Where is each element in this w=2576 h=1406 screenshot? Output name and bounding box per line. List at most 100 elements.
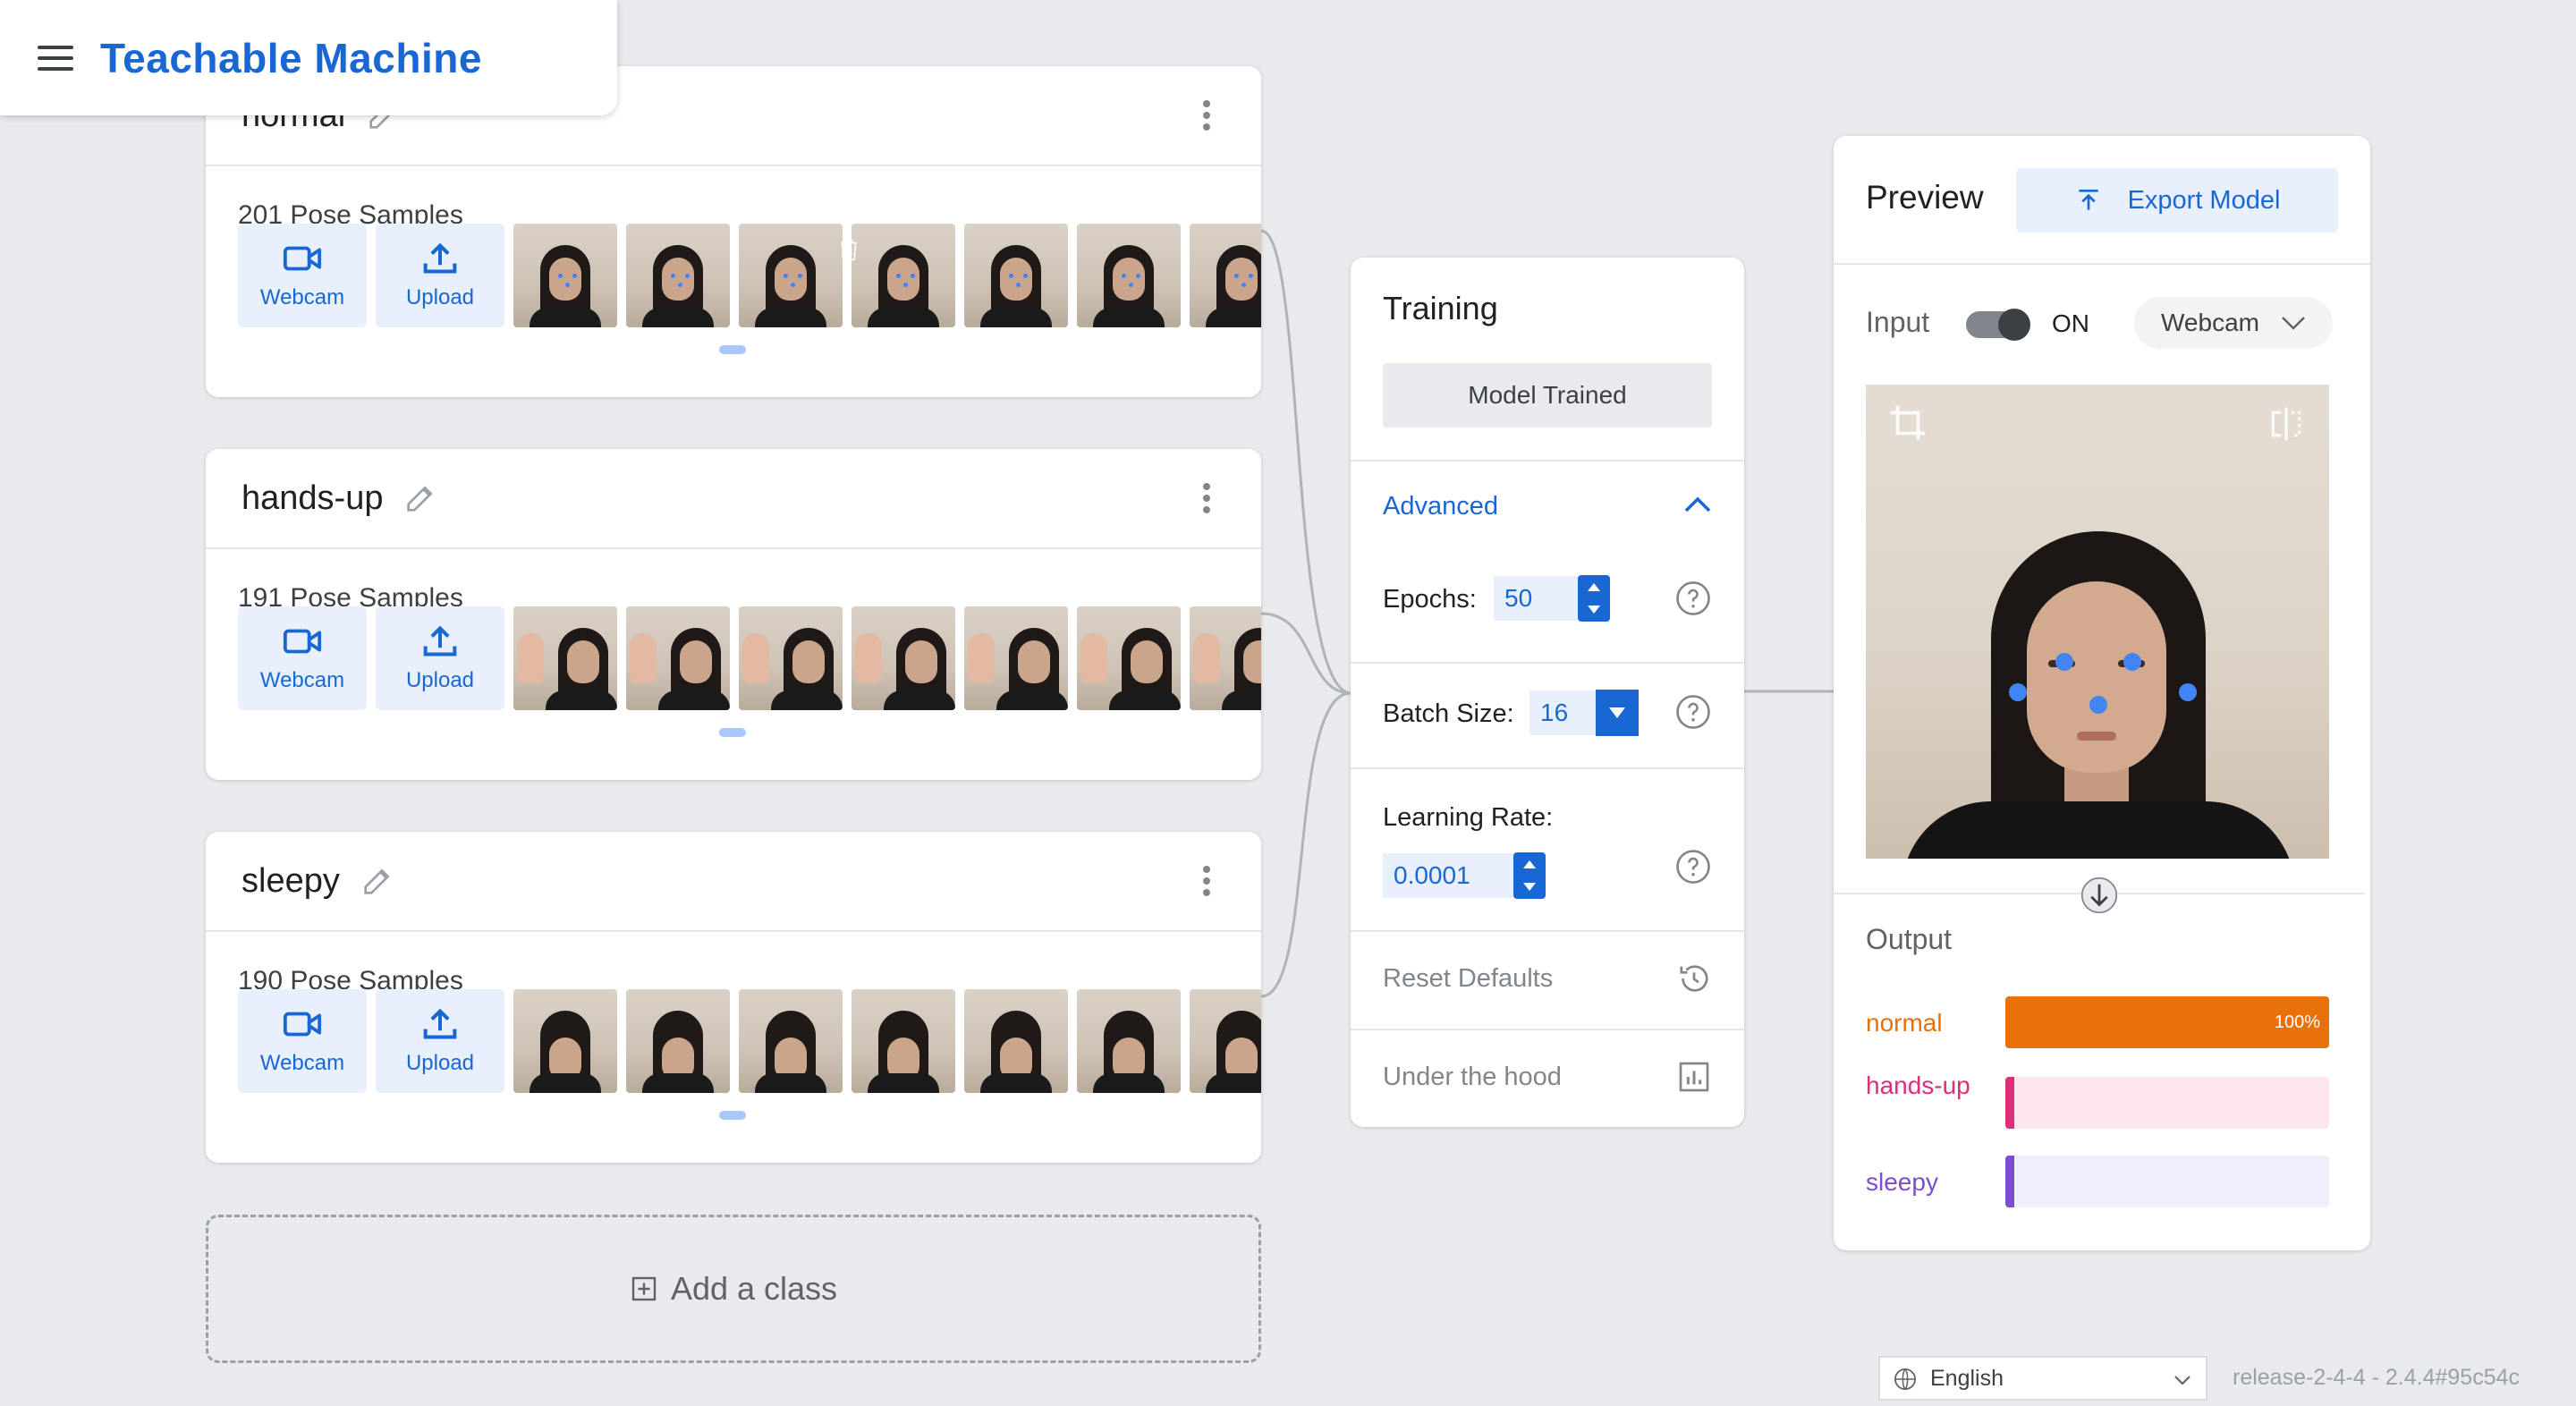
train-model-button[interactable]: Model Trained bbox=[1383, 363, 1712, 428]
sample-thumbnail[interactable] bbox=[964, 989, 1068, 1093]
pose-keypoint bbox=[2009, 683, 2027, 701]
confidence-fill: 100% bbox=[2005, 996, 2329, 1048]
preview-panel: Preview Export Model Input ON Webcam Out… bbox=[1834, 136, 2370, 1250]
scroll-indicator[interactable] bbox=[719, 1111, 746, 1120]
webcam-button-label: Webcam bbox=[259, 1051, 345, 1075]
class-name[interactable]: sleepy bbox=[242, 862, 340, 901]
sample-thumbnail[interactable] bbox=[626, 989, 730, 1093]
class-card-hands-up: hands-up 191 Pose Samples Webcam Upload bbox=[206, 449, 1261, 780]
sample-thumbnail[interactable] bbox=[626, 224, 730, 327]
help-icon[interactable] bbox=[1674, 693, 1712, 731]
output-class-label: hands-up bbox=[1866, 1071, 1970, 1099]
sample-thumbnail[interactable] bbox=[1190, 989, 1261, 1093]
class-card-header: sleepy bbox=[206, 832, 1261, 932]
sample-thumbnail[interactable] bbox=[1077, 606, 1181, 710]
upload-button[interactable]: Upload bbox=[376, 989, 504, 1093]
sample-thumbnail[interactable] bbox=[739, 989, 843, 1093]
chevron-down-icon bbox=[2174, 1376, 2190, 1385]
training-panel: Training Model Trained Advanced Epochs: … bbox=[1351, 258, 1744, 1127]
more-options-icon[interactable] bbox=[1202, 100, 1211, 131]
advanced-toggle[interactable]: Advanced bbox=[1383, 492, 1498, 521]
confidence-bar bbox=[2005, 1156, 2329, 1207]
sample-thumbnail[interactable] bbox=[852, 989, 955, 1093]
trash-icon[interactable] bbox=[835, 236, 862, 263]
pose-keypoint bbox=[2123, 653, 2141, 671]
divider bbox=[1351, 662, 1744, 664]
sample-thumbnail[interactable] bbox=[739, 224, 843, 327]
output-class-label: sleepy bbox=[1866, 1168, 1938, 1196]
sample-thumbnail[interactable] bbox=[964, 224, 1068, 327]
scroll-indicator[interactable] bbox=[719, 345, 746, 354]
pose-keypoint bbox=[2055, 653, 2073, 671]
export-model-button[interactable]: Export Model bbox=[2016, 168, 2338, 233]
sample-thumbnail[interactable] bbox=[1077, 224, 1181, 327]
more-options-icon[interactable] bbox=[1202, 483, 1211, 513]
epochs-input[interactable]: 50 bbox=[1494, 576, 1583, 621]
sample-row: Webcam Upload bbox=[238, 224, 1261, 327]
reset-defaults-button[interactable]: Reset Defaults bbox=[1383, 964, 1553, 994]
pose-keypoint bbox=[2179, 683, 2197, 701]
output-class-label: normal bbox=[1866, 1009, 1943, 1037]
bar-chart-icon[interactable] bbox=[1676, 1059, 1712, 1095]
add-class-label: Add a class bbox=[670, 1270, 838, 1307]
history-icon[interactable] bbox=[1676, 961, 1712, 996]
scroll-indicator[interactable] bbox=[719, 728, 746, 737]
upload-button-label: Upload bbox=[405, 1051, 475, 1075]
webcam-button[interactable]: Webcam bbox=[238, 224, 367, 327]
upload-button-label: Upload bbox=[405, 285, 475, 309]
divider bbox=[1351, 1029, 1744, 1030]
pencil-icon[interactable] bbox=[360, 863, 395, 899]
preview-title: Preview bbox=[1866, 179, 1984, 216]
sample-thumbnail[interactable] bbox=[964, 606, 1068, 710]
upload-button[interactable]: Upload bbox=[376, 224, 504, 327]
sample-thumbnail[interactable] bbox=[513, 224, 617, 327]
epochs-stepper[interactable] bbox=[1578, 575, 1610, 622]
sample-thumbnail[interactable] bbox=[626, 606, 730, 710]
upload-icon bbox=[423, 1008, 457, 1039]
webcam-button-label: Webcam bbox=[259, 668, 345, 692]
learning-rate-stepper[interactable] bbox=[1513, 852, 1546, 899]
sample-thumbnail[interactable] bbox=[852, 606, 955, 710]
app-title[interactable]: Teachable Machine bbox=[100, 34, 482, 82]
add-box-icon bbox=[631, 1276, 657, 1301]
class-card-sleepy: sleepy 190 Pose Samples Webcam Upload bbox=[206, 832, 1261, 1163]
flip-icon[interactable] bbox=[2267, 404, 2306, 444]
menu-icon[interactable] bbox=[38, 45, 73, 71]
input-toggle[interactable] bbox=[1966, 309, 2030, 341]
webcam-button[interactable]: Webcam bbox=[238, 989, 367, 1093]
chevron-up-icon[interactable] bbox=[1683, 495, 1712, 513]
sample-thumbnail[interactable] bbox=[513, 989, 617, 1093]
sample-thumbnail[interactable] bbox=[852, 224, 955, 327]
export-icon bbox=[2078, 190, 2098, 210]
crop-icon[interactable] bbox=[1887, 402, 1928, 444]
class-name[interactable]: hands-up bbox=[242, 479, 383, 518]
class-card-header: hands-up bbox=[206, 449, 1261, 549]
toggle-state-label: ON bbox=[2052, 309, 2089, 337]
sample-thumbnail[interactable] bbox=[513, 606, 617, 710]
divider bbox=[1351, 767, 1744, 769]
confidence-percent: 100% bbox=[2274, 1012, 2320, 1032]
language-select[interactable]: English bbox=[1878, 1356, 2207, 1401]
divider bbox=[1834, 263, 2370, 265]
learning-rate-input[interactable]: 0.0001 bbox=[1383, 853, 1517, 898]
input-source-select[interactable]: Webcam bbox=[2134, 297, 2333, 349]
webcam-button-label: Webcam bbox=[259, 285, 345, 309]
upload-button[interactable]: Upload bbox=[376, 606, 504, 710]
webcam-button[interactable]: Webcam bbox=[238, 606, 367, 710]
sample-thumbnail[interactable] bbox=[1190, 224, 1261, 327]
help-icon[interactable] bbox=[1674, 580, 1712, 617]
sample-row: Webcam Upload bbox=[238, 989, 1261, 1093]
sample-thumbnail[interactable] bbox=[739, 606, 843, 710]
sample-thumbnail[interactable] bbox=[1077, 989, 1181, 1093]
under-the-hood-button[interactable]: Under the hood bbox=[1383, 1063, 1562, 1092]
add-class-button[interactable]: Add a class bbox=[206, 1215, 1261, 1363]
globe-icon bbox=[1894, 1368, 1916, 1390]
video-camera-icon bbox=[283, 246, 322, 271]
sample-thumbnail[interactable] bbox=[1190, 606, 1261, 710]
help-icon[interactable] bbox=[1674, 848, 1712, 885]
confidence-fill bbox=[2005, 1077, 2014, 1129]
chevron-down-icon[interactable] bbox=[1596, 690, 1639, 736]
input-source-value: Webcam bbox=[2161, 309, 2259, 336]
pencil-icon[interactable] bbox=[402, 480, 438, 516]
more-options-icon[interactable] bbox=[1202, 866, 1211, 896]
